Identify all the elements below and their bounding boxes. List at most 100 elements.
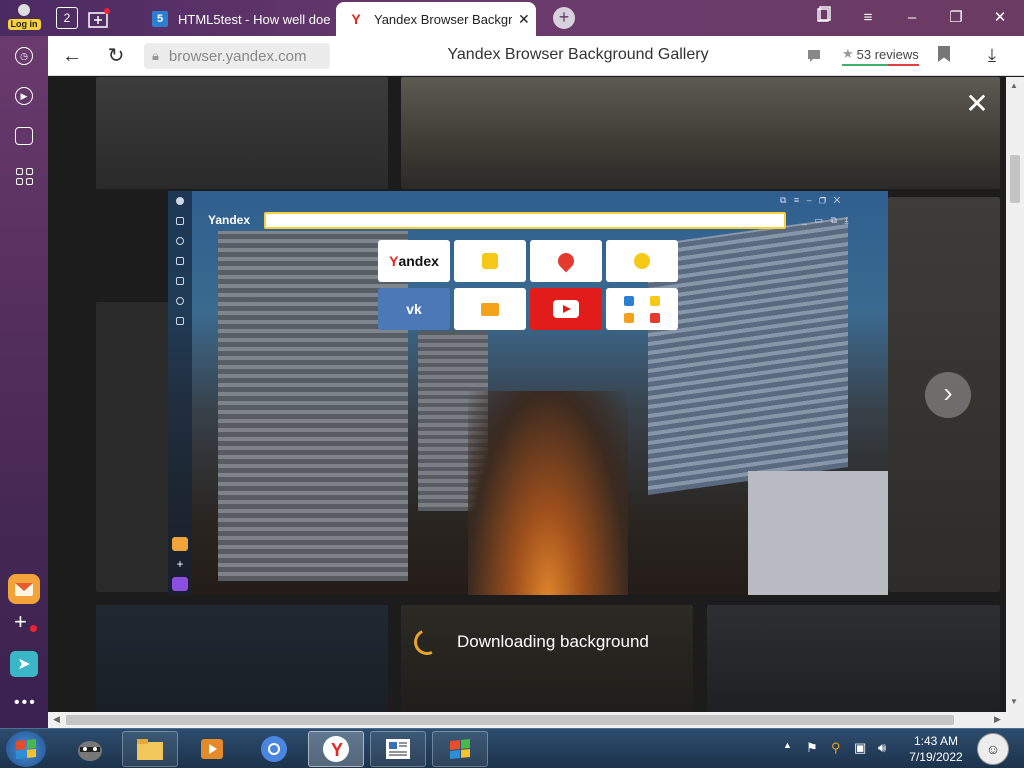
start-button[interactable]: [6, 731, 46, 767]
tile-maps: [530, 240, 602, 282]
taskbar-news[interactable]: [370, 731, 426, 767]
close-tab-icon[interactable]: ✕: [518, 11, 532, 28]
tab-html5test[interactable]: 5 HTML5test - How well doe: [140, 2, 334, 36]
taskbar-app-raccoon[interactable]: [62, 731, 118, 767]
reviews-button[interactable]: ★ 53 reviews: [842, 46, 919, 66]
preview-camera-icon: [176, 317, 184, 325]
messenger-app-button[interactable]: ➤: [10, 651, 38, 677]
taskbar-windows-update[interactable]: [432, 731, 488, 767]
apps-grid-button[interactable]: [12, 164, 36, 188]
downloads-button[interactable]: ⤓: [988, 45, 996, 66]
scroll-up-icon[interactable]: ▲: [1010, 81, 1018, 90]
history-button[interactable]: ◷: [12, 44, 36, 68]
windows-flag-icon: [450, 738, 470, 760]
menu-button[interactable]: ≡: [856, 6, 880, 30]
gallery-thumbnail[interactable]: [96, 605, 388, 712]
preview-play-icon: [176, 297, 184, 305]
history-icon: ◷: [15, 47, 33, 65]
page-title: Yandex Browser Background Gallery: [447, 46, 709, 63]
address-bar: ← ↻ 🔒︎ browser.yandex.com Yandex Browser…: [48, 36, 1024, 76]
bookmark-icon[interactable]: [938, 46, 950, 62]
back-button[interactable]: ←: [60, 44, 84, 68]
close-window-button[interactable]: ✕: [988, 6, 1012, 30]
taskbar: Y ▲ ⚑ ⚲ ▣ 🔊︎ 1:43 AM 7/19/2022 ☺: [0, 728, 1024, 768]
screenshot-button[interactable]: [12, 124, 36, 148]
scroll-right-icon[interactable]: ▶: [994, 714, 1001, 725]
add-app-button[interactable]: +: [14, 609, 27, 635]
close-icon: ✕: [993, 9, 1007, 26]
tab-yandex-gallery[interactable]: Y Yandex Browser Backgro ✕: [336, 2, 536, 36]
scroll-left-icon[interactable]: ◀: [53, 714, 60, 725]
scroll-down-icon[interactable]: ▼: [1010, 697, 1018, 706]
tile-multi: [606, 288, 678, 330]
horizontal-scroll-thumb[interactable]: [66, 715, 954, 725]
clock-time: 1:43 AM: [913, 734, 959, 748]
horizontal-scrollbar[interactable]: ◀ ▶: [48, 712, 1006, 728]
url-text: browser.yandex.com: [168, 47, 307, 65]
action-center-flag-icon[interactable]: ⚑: [806, 740, 818, 756]
preview-window-controls: ⧉ ≡ – ❐ ✕: [780, 195, 841, 205]
taskbar-video-player[interactable]: [184, 731, 240, 767]
volume-icon[interactable]: 🔊︎: [878, 740, 886, 756]
next-background-button[interactable]: ›: [925, 372, 971, 418]
reload-button[interactable]: ↻: [104, 44, 128, 68]
screenshot-icon: [15, 127, 33, 145]
tab-strip: Log in 2 5 HTML5test - How well doe Y Ya…: [0, 0, 1024, 36]
show-hidden-icons[interactable]: ▲: [783, 740, 792, 750]
restore-button[interactable]: ❐: [944, 6, 968, 30]
tile-vk: vk: [378, 288, 450, 330]
taskbar-file-explorer[interactable]: [122, 731, 178, 767]
tabs-overview-button[interactable]: 2: [54, 5, 80, 31]
background-preview: + ⧉ ≡ – ❐ ✕ Yandex _ ▭ ⧉ ⤓ Yandex vk: [168, 191, 888, 595]
lock-icon: 🔒︎: [152, 48, 159, 63]
clock-date: 7/19/2022: [909, 750, 963, 764]
system-clock[interactable]: 1:43 AM 7/19/2022: [905, 733, 967, 765]
url-field[interactable]: 🔒︎ browser.yandex.com: [144, 43, 330, 69]
add-app-icon: +: [14, 609, 27, 634]
preview-tiles: Yandex vk: [378, 240, 678, 330]
preview-search-bar: [264, 212, 786, 229]
preview-notes-icon: [176, 277, 184, 285]
vertical-scrollbar[interactable]: ▲ ▼: [1006, 77, 1024, 712]
mail-app-button[interactable]: [8, 574, 40, 604]
vertical-scroll-thumb[interactable]: [1010, 155, 1020, 203]
close-preview-button[interactable]: ✕: [964, 90, 990, 118]
collections-button[interactable]: [812, 6, 836, 30]
login-label: Log in: [7, 19, 41, 30]
gallery-thumbnail[interactable]: [401, 77, 1000, 189]
taxi-icon: [482, 253, 498, 269]
tile-yandex: Yandex: [378, 240, 450, 282]
preview-toolbar-icons: _ ▭ ⧉ ⤓: [802, 215, 849, 225]
apps-grid-icon: [15, 167, 33, 185]
media-icon: ▶: [15, 87, 33, 105]
new-tab-button[interactable]: +: [553, 7, 575, 29]
rating-bar: [842, 64, 919, 66]
hamburger-icon: ≡: [863, 9, 873, 26]
reload-icon: ↻: [107, 45, 125, 67]
gallery-thumbnail[interactable]: [401, 605, 693, 712]
new-window-icon: [88, 8, 110, 28]
bookmarks-panel-icon: [817, 6, 831, 22]
gallery-thumbnail[interactable]: [96, 77, 388, 189]
minimize-button[interactable]: –: [900, 6, 924, 30]
svg-text:Y: Y: [331, 740, 343, 760]
login-button[interactable]: Log in: [6, 2, 42, 34]
add-bookmark-tab-button[interactable]: [86, 5, 112, 31]
notification-dot: [30, 625, 37, 632]
network-icon[interactable]: ▣: [854, 740, 866, 756]
user-face-icon[interactable]: ☺: [977, 733, 1009, 765]
tile-taxi: [454, 240, 526, 282]
download-status: Downloading background: [410, 625, 649, 659]
tile-youtube: [530, 288, 602, 330]
taskbar-yandex-browser[interactable]: Y: [308, 731, 364, 767]
star-icon: ★: [842, 46, 854, 61]
loading-spinner-icon: [410, 625, 444, 659]
mail-icon: [481, 302, 499, 316]
more-button[interactable]: •••: [14, 694, 37, 712]
media-button[interactable]: ▶: [12, 84, 36, 108]
comment-icon[interactable]: [806, 48, 822, 69]
taskbar-chromium[interactable]: [246, 731, 302, 767]
gallery-thumbnail[interactable]: [707, 605, 1000, 712]
more-icon: •••: [14, 694, 37, 711]
search-icon[interactable]: ⚲: [831, 740, 841, 756]
